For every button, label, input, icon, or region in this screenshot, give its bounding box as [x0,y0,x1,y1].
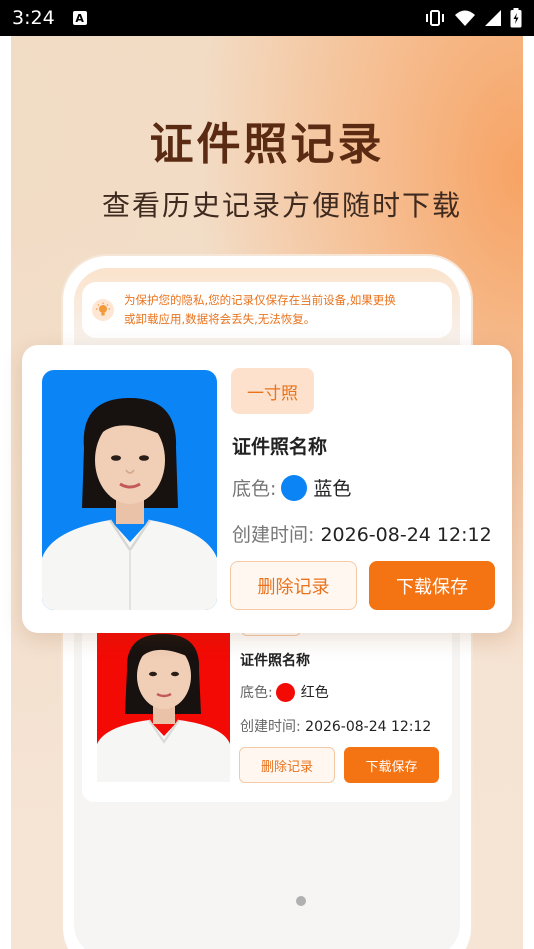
notice-text: 为保护您的隐私,您的记录仅保存在当前设备,如果更换 或卸载应用,数据将会丢失,无… [124,291,396,329]
color-label: 底色: [240,685,273,701]
signal-icon [485,10,501,26]
notice-line-2: 或卸载应用,数据将会丢失,无法恢复。 [124,312,316,326]
left-margin [0,36,11,949]
created-time-label: 创建时间: [240,719,301,735]
a-icon: A [72,11,87,25]
lightbulb-icon [92,299,114,321]
status-icons [424,8,522,28]
color-swatch [281,474,308,501]
color-swatch [275,682,295,702]
page-indicator-dot[interactable] [296,896,306,906]
created-time-label: 创建时间: [232,524,315,546]
record-name: 证件照名称 [240,653,310,669]
id-photo-red[interactable] [97,632,230,782]
status-time: 3:24 [12,7,55,29]
page-subtitle: 查看历史记录方便随时下载 [102,189,463,222]
notice-line-1: 为保护您的隐私,您的记录仅保存在当前设备,如果更换 [124,293,396,307]
download-save-button[interactable]: 下载保存 [369,561,495,610]
delete-record-button[interactable]: 删除记录 [239,747,335,783]
photo-size-tag: 一寸照 [231,368,314,414]
delete-record-button[interactable]: 删除记录 [230,561,357,610]
color-label: 底色: [232,478,277,500]
created-time-value: 2026-08-24 12:12 [305,719,432,735]
vibrate-icon [426,10,444,26]
status-bar: 3:24 A [0,0,534,36]
record-name: 证件照名称 [232,436,328,458]
id-photo-blue[interactable] [42,370,217,610]
wifi-icon [455,10,475,26]
background-color-row: 底色: 蓝色 [232,474,351,501]
download-save-button[interactable]: 下载保存 [344,747,439,783]
created-time-value: 2026-08-24 12:12 [320,524,492,546]
background-color-row: 底色: 红色 [240,682,329,702]
color-name: 蓝色 [313,478,352,500]
battery-icon [510,8,522,28]
created-time-row: 创建时间: 2026-08-24 12:12 [240,716,431,736]
right-margin [523,36,534,949]
page-title: 证件照记录 [149,119,385,170]
color-name: 红色 [300,685,329,701]
created-time-row: 创建时间: 2026-08-24 12:12 [232,520,492,547]
privacy-notice: 为保护您的隐私,您的记录仅保存在当前设备,如果更换 或卸载应用,数据将会丢失,无… [82,282,452,338]
